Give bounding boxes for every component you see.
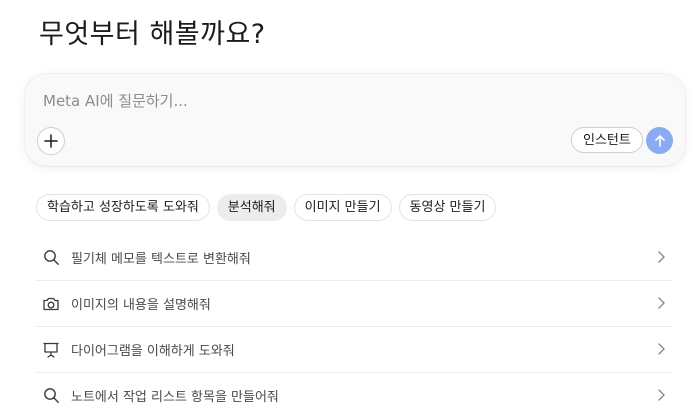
attach-button[interactable]	[37, 127, 65, 155]
presentation-icon	[41, 340, 61, 360]
search-icon	[41, 386, 61, 406]
suggestion-label: 다이어그램을 이해하게 도와줘	[71, 344, 235, 359]
suggestion-item[interactable]: 필기체 메모를 텍스트로 변환해줘	[36, 235, 672, 281]
suggestion-label: 필기체 메모를 텍스트로 변환해줘	[71, 252, 251, 267]
category-chips: 학습하고 성장하도록 도와줘 분석해줘 이미지 만들기 동영상 만들기	[36, 194, 497, 221]
suggestion-list: 필기체 메모를 텍스트로 변환해줘 이미지의 내용을 설명해줘 다이어그램을 이…	[36, 235, 672, 418]
suggestion-item[interactable]: 다이어그램을 이해하게 도와줘	[36, 327, 672, 373]
chip-analyze[interactable]: 분석해줘	[216, 194, 287, 221]
chip-create-video[interactable]: 동영상 만들기	[398, 194, 497, 221]
plus-icon	[44, 134, 58, 148]
suggestion-item[interactable]: 이미지의 내용을 설명해줘	[36, 281, 672, 327]
chip-create-image[interactable]: 이미지 만들기	[293, 194, 392, 221]
send-button[interactable]	[646, 127, 673, 154]
page-title: 무엇부터 해볼까요?	[39, 19, 266, 50]
chevron-right-icon	[658, 343, 665, 355]
chip-learn-and-grow[interactable]: 학습하고 성장하도록 도와줘	[36, 194, 210, 221]
chevron-right-icon	[658, 297, 665, 309]
camera-icon	[41, 294, 61, 314]
chevron-right-icon	[658, 251, 665, 263]
search-icon	[41, 248, 61, 268]
suggestion-item[interactable]: 노트에서 작업 리스트 항목을 만들어줘	[36, 373, 672, 418]
suggestion-label: 노트에서 작업 리스트 항목을 만들어줘	[71, 390, 279, 405]
arrow-up-icon	[654, 134, 665, 147]
composer: 인스턴트	[25, 74, 685, 166]
chevron-right-icon	[658, 389, 665, 401]
suggestion-label: 이미지의 내용을 설명해줘	[71, 298, 211, 313]
instant-mode-button[interactable]: 인스턴트	[571, 127, 643, 153]
prompt-input[interactable]	[41, 88, 645, 114]
